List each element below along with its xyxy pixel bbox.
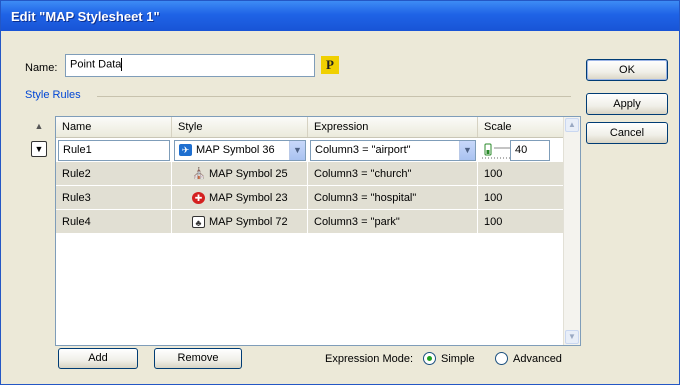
expression-cell[interactable]: Column3 = "hospital" — [308, 186, 478, 210]
scale-cell[interactable]: 100 — [478, 186, 564, 210]
style-cell[interactable]: ✚ MAP Symbol 23 — [172, 186, 308, 210]
style-combo[interactable]: ✈ MAP Symbol 36 ▼ — [174, 140, 306, 161]
style-cell-value: MAP Symbol 72 — [209, 216, 288, 228]
move-up-arrow-icon[interactable]: ▲ — [31, 119, 47, 135]
advanced-radio[interactable] — [495, 352, 508, 365]
style-cell-value: MAP Symbol 25 — [209, 168, 288, 180]
chevron-down-icon[interactable]: ▼ — [289, 141, 305, 160]
church-icon: ⛪ — [192, 168, 206, 181]
style-rules-label: Style Rules — [25, 89, 81, 101]
p-button[interactable]: P — [321, 56, 339, 74]
hospital-icon: ✚ — [192, 192, 205, 205]
window-title: Edit "MAP Stylesheet 1" — [11, 9, 160, 24]
grid-header: Name Style Expression Scale — [56, 117, 564, 138]
chevron-down-icon[interactable]: ▼ — [459, 141, 475, 160]
simple-radio[interactable] — [423, 352, 436, 365]
column-header-scale[interactable]: Scale — [478, 117, 564, 137]
name-input[interactable]: Point Data — [65, 54, 315, 77]
grid-scrollbar[interactable]: ▲ ▼ — [563, 117, 580, 345]
column-header-expression[interactable]: Expression — [308, 117, 478, 137]
title-bar[interactable]: Edit "MAP Stylesheet 1" — [1, 1, 679, 31]
name-label: Name: — [25, 62, 58, 74]
scroll-down-icon[interactable]: ▼ — [565, 330, 579, 344]
column-header-name[interactable]: Name — [56, 117, 172, 137]
expression-combo-value: Column3 = "airport" — [315, 144, 411, 156]
table-row[interactable]: Rule2 ⛪ MAP Symbol 25 Column3 = "church" … — [56, 162, 564, 186]
apply-button[interactable]: Apply — [586, 93, 668, 115]
cancel-button[interactable]: Cancel — [586, 122, 668, 144]
airplane-icon: ✈ — [179, 144, 192, 157]
expression-cell[interactable]: Column3 = "church" — [308, 162, 478, 186]
group-divider — [97, 96, 571, 97]
style-cell-value: MAP Symbol 23 — [209, 192, 288, 204]
radio-selected-dot — [427, 356, 432, 361]
rule-name-input[interactable]: Rule1 — [58, 140, 170, 161]
remove-button[interactable]: Remove — [154, 348, 242, 369]
table-row[interactable]: Rule3 ✚ MAP Symbol 23 Column3 = "hospital… — [56, 186, 564, 210]
rule-name-cell[interactable]: Rule3 — [56, 186, 172, 210]
table-row[interactable]: Rule1 ✈ MAP Symbol 36 ▼ Column3 = "airpor… — [56, 138, 564, 162]
simple-radio-label[interactable]: Simple — [441, 353, 475, 365]
style-cell[interactable]: ♣ MAP Symbol 72 — [172, 210, 308, 234]
rule-name-cell[interactable]: Rule2 — [56, 162, 172, 186]
style-combo-value: MAP Symbol 36 — [196, 144, 275, 156]
name-input-value: Point Data — [70, 58, 122, 71]
expression-combo[interactable]: Column3 = "airport" ▼ — [310, 140, 476, 161]
style-cell[interactable]: ⛪ MAP Symbol 25 — [172, 162, 308, 186]
column-header-style[interactable]: Style — [172, 117, 308, 137]
expression-mode-label: Expression Mode: — [325, 353, 414, 365]
scale-cell[interactable]: 100 — [478, 210, 564, 234]
ok-button[interactable]: OK — [586, 59, 668, 81]
scale-cell[interactable]: 100 — [478, 162, 564, 186]
scroll-up-icon[interactable]: ▲ — [565, 118, 579, 132]
add-button[interactable]: Add — [58, 348, 138, 369]
move-down-arrow-icon[interactable]: ▼ — [31, 141, 47, 157]
advanced-radio-label[interactable]: Advanced — [513, 353, 562, 365]
scale-slider[interactable]: 40 — [480, 140, 562, 161]
table-row[interactable]: Rule4 ♣ MAP Symbol 72 Column3 = "park" 10… — [56, 210, 564, 234]
dialog-window: Edit "MAP Stylesheet 1" Name: Point Data… — [0, 0, 680, 385]
expression-cell[interactable]: Column3 = "park" — [308, 210, 478, 234]
slider-icon[interactable] — [482, 142, 510, 160]
scale-input[interactable]: 40 — [510, 140, 550, 161]
style-rules-grid[interactable]: Name Style Expression Scale Rule1 ✈ MAP S… — [55, 116, 581, 346]
rule-name-cell[interactable]: Rule4 — [56, 210, 172, 234]
park-icon: ♣ — [192, 216, 205, 229]
